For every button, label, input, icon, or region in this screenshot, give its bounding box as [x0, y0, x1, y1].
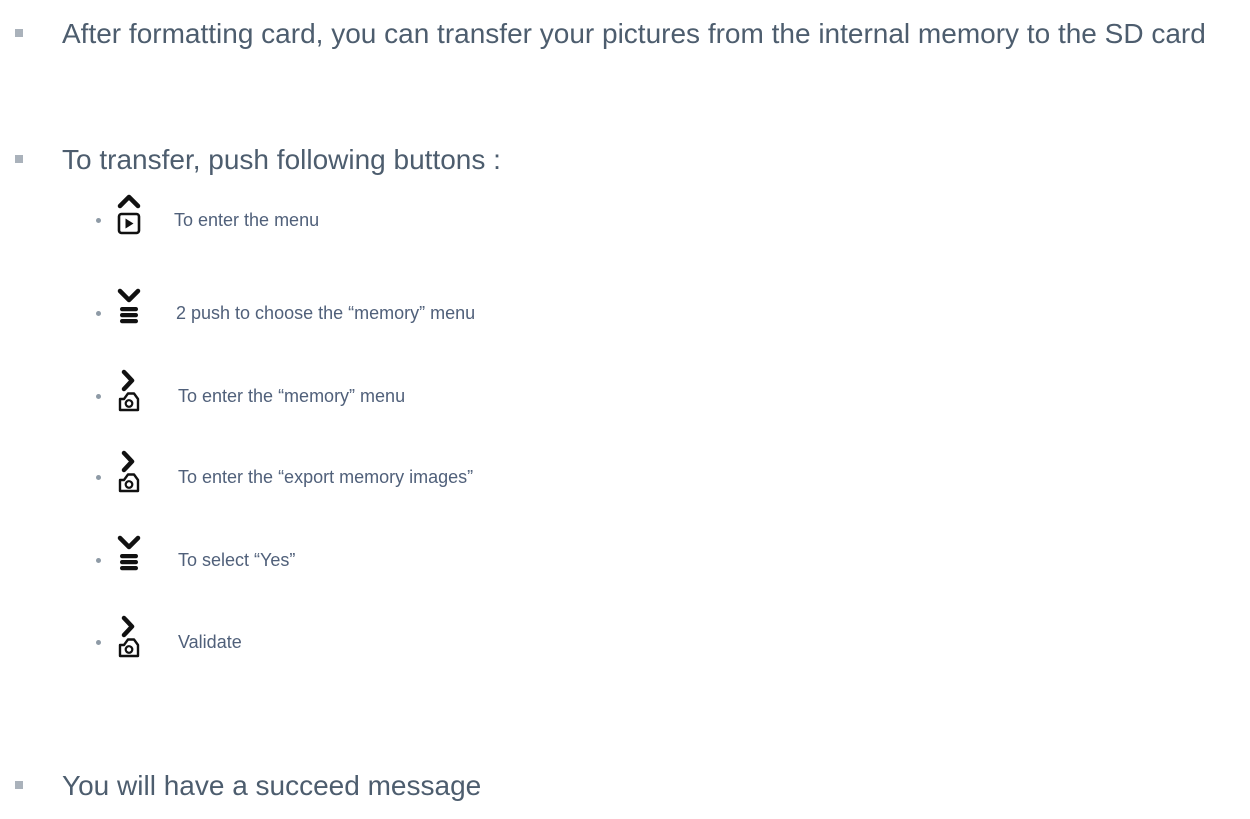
right-camera-button-icon — [112, 614, 146, 670]
round-bullet-icon — [96, 218, 101, 223]
bullet-succeed-message-text: You will have a succeed message — [62, 770, 482, 801]
step-item: To select “Yes” — [96, 532, 1196, 588]
step-label: To enter the “memory” menu — [178, 386, 406, 406]
down-menu-button-icon — [112, 285, 146, 341]
step-item: Validate — [96, 614, 1196, 670]
round-bullet-icon — [96, 475, 101, 480]
step-label: To select “Yes” — [178, 550, 296, 570]
round-bullet-icon — [96, 558, 101, 563]
bullet-after-formatting-text: After formatting card, you can transfer … — [62, 18, 1206, 49]
step-item: To enter the “export memory images” — [96, 449, 1196, 505]
step-label: To enter the menu — [174, 210, 320, 230]
square-bullet-icon — [15, 29, 23, 37]
down-menu-button-icon — [112, 532, 146, 588]
round-bullet-icon — [96, 394, 101, 399]
bullet-after-formatting: After formatting card, you can transfer … — [15, 17, 1242, 51]
bullet-to-transfer: To transfer, push following buttons : — [15, 143, 1242, 177]
step-label: 2 push to choose the “memory” menu — [176, 303, 476, 323]
step-item: 2 push to choose the “memory” menu — [96, 285, 1196, 341]
bullet-to-transfer-text: To transfer, push following buttons : — [62, 144, 501, 175]
square-bullet-icon — [15, 781, 23, 789]
step-item: To enter the menu — [96, 192, 1196, 248]
round-bullet-icon — [96, 640, 101, 645]
square-bullet-icon — [15, 155, 23, 163]
round-bullet-icon — [96, 311, 101, 316]
step-label: To enter the “export memory images” — [178, 467, 474, 487]
step-label: Validate — [178, 632, 242, 652]
right-camera-button-icon — [112, 449, 146, 505]
right-camera-button-icon — [112, 368, 146, 424]
up-play-button-icon — [112, 192, 146, 248]
bullet-succeed-message: You will have a succeed message — [15, 769, 1242, 803]
slide: After formatting card, you can transfer … — [0, 0, 1250, 819]
step-item: To enter the “memory” menu — [96, 368, 1196, 424]
